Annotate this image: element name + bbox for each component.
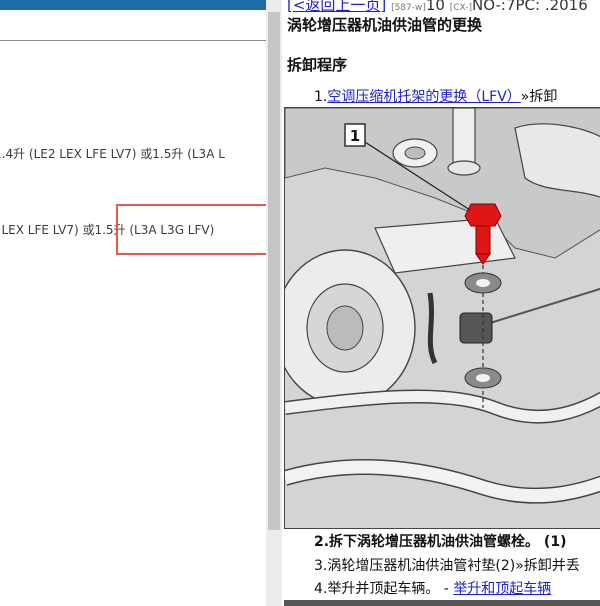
engine-applicability-text: 1.4升 (LE2 LEX LFE LV7) 或1.5升 (L3A L (0, 147, 225, 161)
bottom-border (284, 600, 600, 606)
divider (0, 40, 266, 41)
step-1-suffix: »拆卸 (520, 89, 558, 105)
stud (452, 108, 476, 169)
bolt-head (464, 203, 502, 227)
doc-tag: [587-w] (391, 3, 426, 13)
step-4: 4.举升并顶起车辆。 - 举升和顶起车辆 (314, 578, 551, 598)
step-1: 1.空调压缩机托架的更换（LFV）»拆卸 (314, 86, 557, 106)
back-link[interactable]: [<返回上一页] (287, 0, 386, 14)
bolt-shank (475, 225, 491, 255)
step-1-link[interactable]: 空调压缩机托架的更换（LFV） (327, 89, 520, 105)
section-heading: 拆卸程序 (287, 56, 348, 74)
page-title: 涡轮增压器机油供油管的更换 (287, 16, 483, 34)
washer-lower-hole (476, 374, 490, 382)
callout-1-label: 1 (350, 127, 360, 145)
top-nav: [<返回上一页] [587-w]10 [CX-]NO-:7PC: .2016 (287, 0, 588, 15)
boss-hole (404, 146, 426, 160)
doc-tag-2: [CX-] (449, 3, 473, 13)
procedure-figure: 1 (284, 107, 600, 529)
step-number: 1. (314, 89, 328, 105)
left-pane: 1.4升 (LE2 LEX LFE LV7) 或1.5升 (L3A L 2 LE… (0, 0, 266, 606)
turbo-center (326, 305, 364, 351)
washer-upper-hole (476, 279, 490, 287)
step-4-link[interactable]: 举升和顶起车辆 (453, 581, 551, 597)
step-3: 3.涡轮增压器机油供油管衬垫(2)»拆卸并丢 (314, 558, 580, 574)
step-4-text: 4.举升并顶起车辆。 - (314, 581, 454, 597)
stud-base (447, 160, 481, 176)
engine-illustration: 1 (285, 108, 600, 528)
right-pane: [<返回上一页] [587-w]10 [CX-]NO-:7PC: .2016 涡… (284, 0, 600, 606)
scrollbar-thumb[interactable] (268, 12, 280, 530)
left-header-bar (0, 0, 266, 10)
highlight-box (116, 204, 266, 255)
doc-number: 10 (425, 0, 445, 14)
pane-splitter[interactable] (266, 0, 282, 606)
banjo-fitting (459, 312, 493, 344)
doc-code: NO-:7PC: .2016 (472, 0, 588, 14)
step-2: 2.拆下涡轮增压器机油供油管螺栓。 (1) (314, 534, 567, 550)
